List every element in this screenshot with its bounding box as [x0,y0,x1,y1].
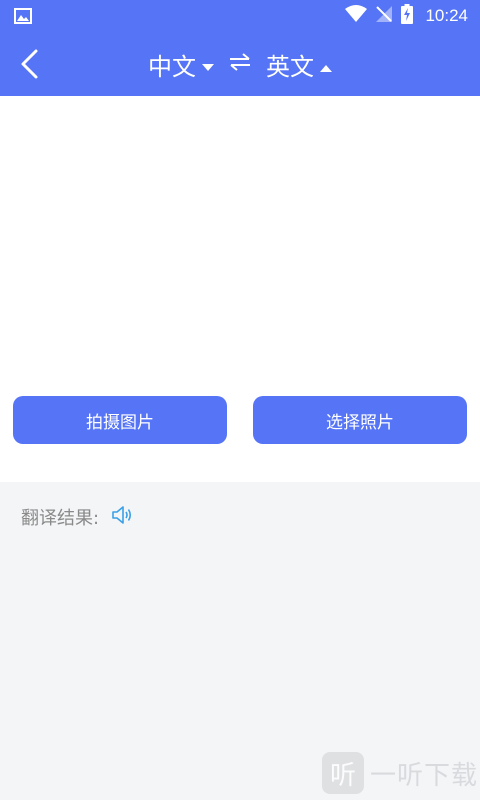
source-language-selector[interactable]: 中文 [148,47,214,82]
watermark-logo: 听 [321,752,364,794]
target-language-label: 英文 [266,52,314,81]
swap-arrows-icon[interactable] [228,52,252,76]
watermark-logo-char: 听 [329,760,356,791]
choose-photo-button[interactable]: 选择照片 [253,396,467,444]
take-photo-button[interactable]: 拍摄图片 [13,396,227,444]
speaker-icon[interactable] [111,505,133,530]
caret-up-icon [320,50,332,78]
translation-result-label: 翻译结果: [21,508,100,529]
target-language-selector[interactable]: 英文 [266,47,332,82]
watermark: 听 一听下载 [321,752,478,794]
image-icon [14,8,32,28]
clock-time: 10:24 [425,6,468,25]
status-bar: 10:24 [0,0,480,32]
caret-down-icon [202,50,214,78]
language-switcher: 中文 英文 [0,32,480,96]
source-language-label: 中文 [148,52,196,81]
signal-off-icon [375,5,393,27]
app-bar: 中文 英文 [0,32,480,96]
battery-charging-icon [401,4,414,28]
wifi-icon [345,5,368,27]
translation-result-header: 翻译结果: [21,504,133,530]
watermark-text: 一听下载 [369,760,478,791]
